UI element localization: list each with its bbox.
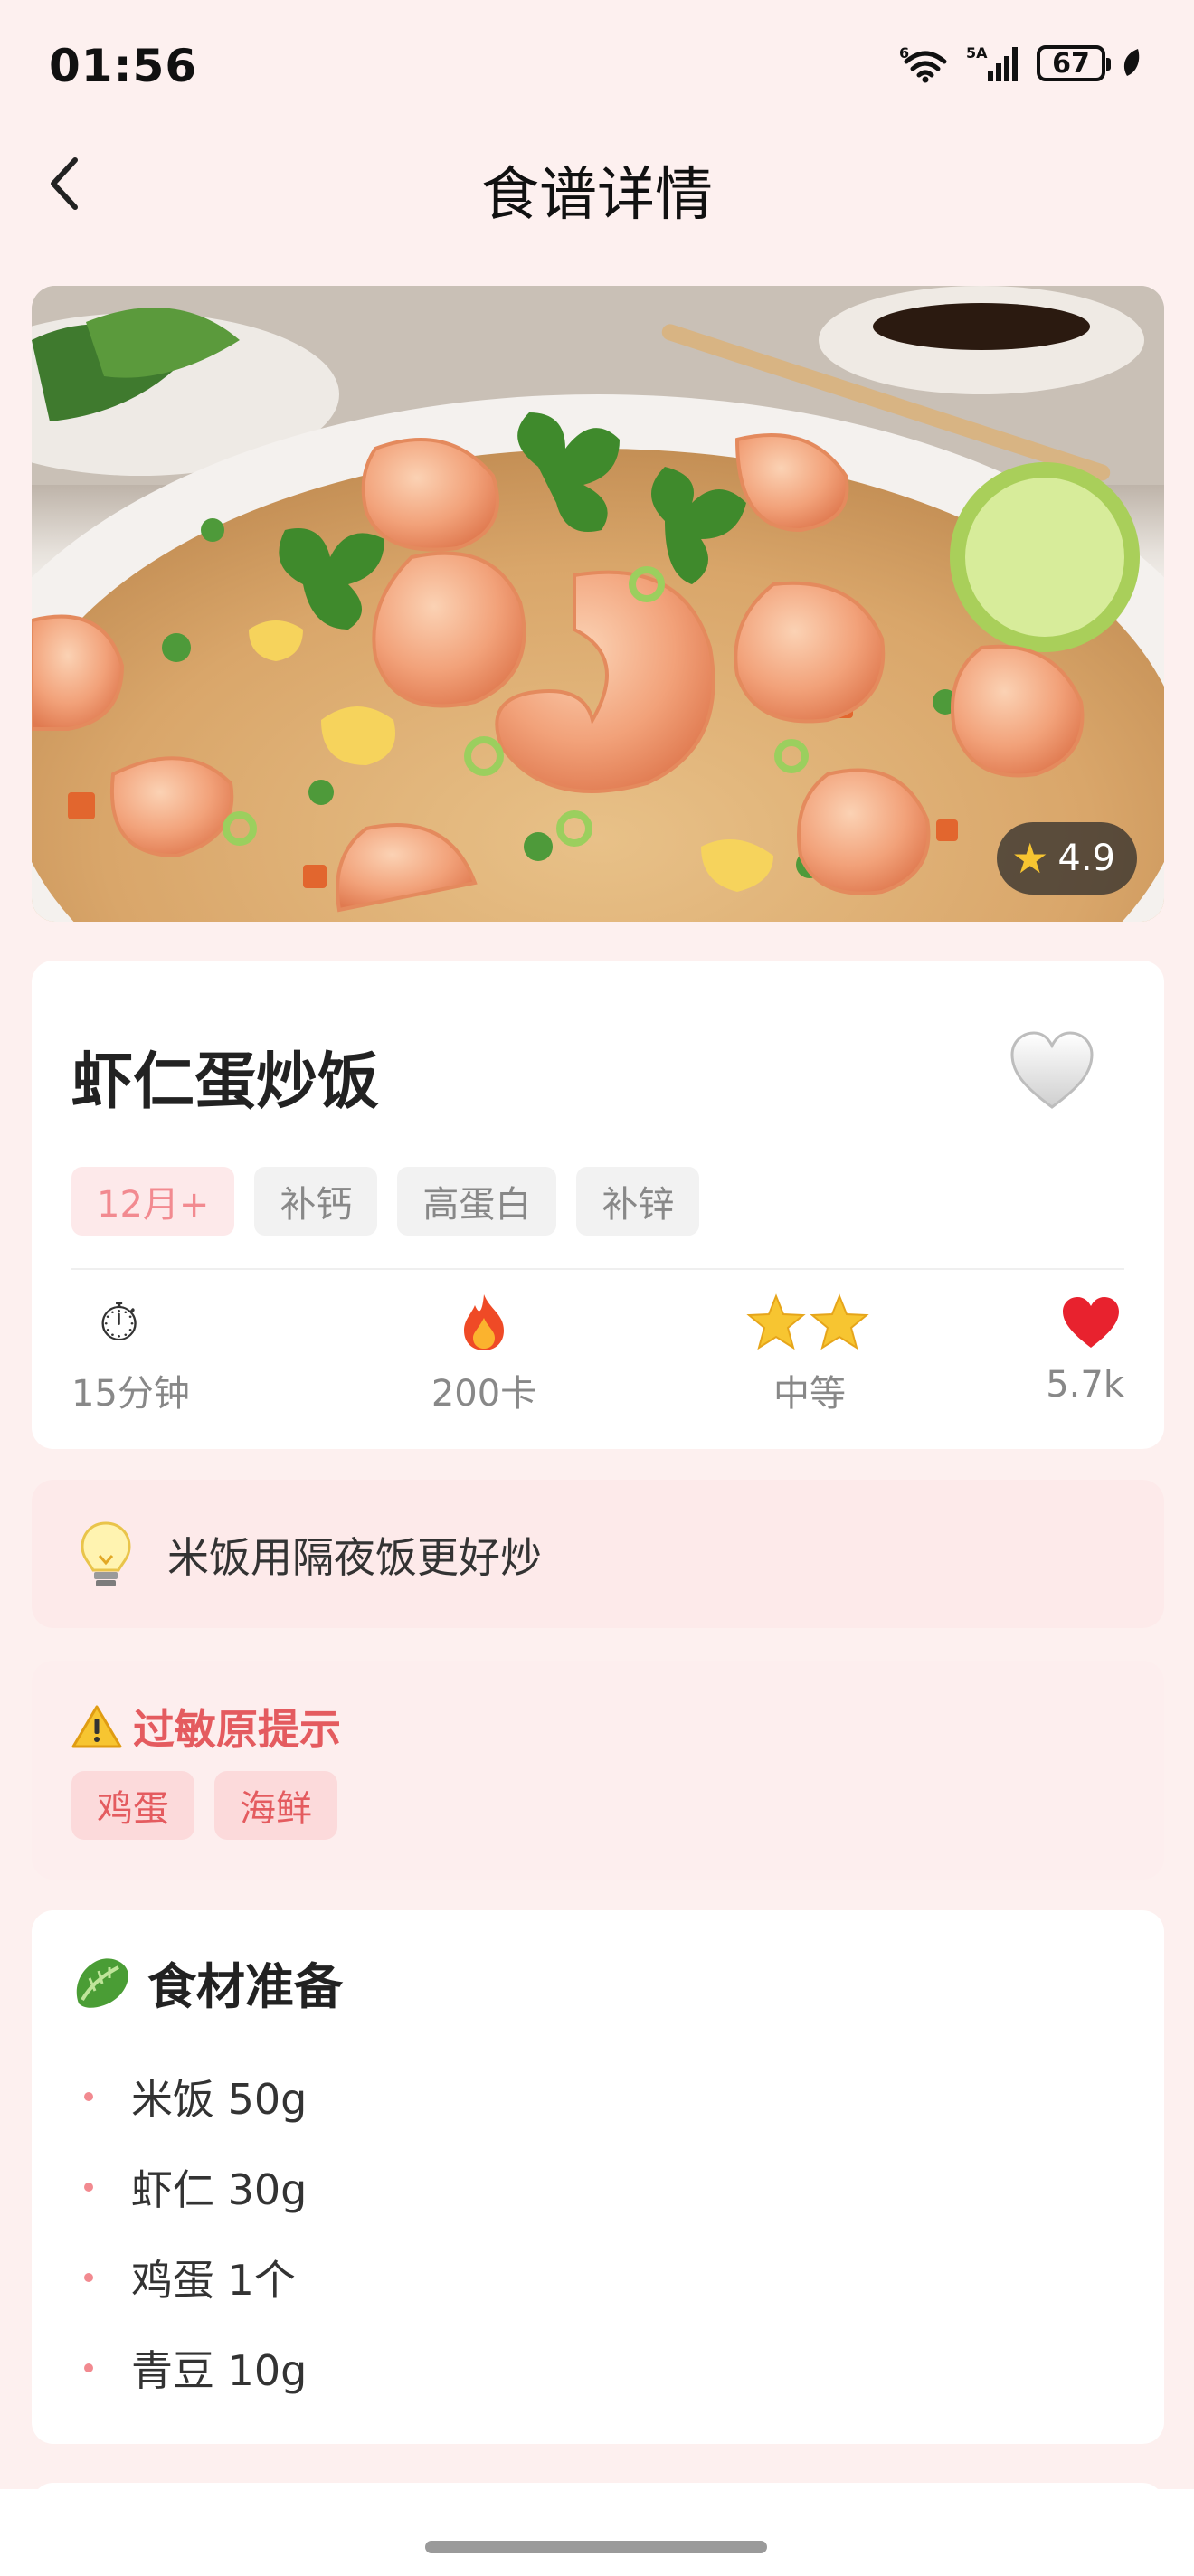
ingredients-title: 食材准备 (71, 1946, 343, 2018)
star-icon: ★ (1011, 834, 1049, 883)
ingredient-item: 米饭 50g (71, 2051, 307, 2142)
divider (71, 1268, 1124, 1270)
stat-likes: 5.7k (1007, 1286, 1124, 1406)
bullet-dot (84, 2183, 93, 2192)
rating-badge: ★ 4.9 (997, 822, 1137, 895)
allergen-tag-egg: 鸡蛋 (71, 1771, 194, 1840)
bullet-dot (84, 2092, 93, 2101)
header-bar: 食谱详情 (0, 136, 1194, 235)
status-time: 01:56 (49, 40, 198, 92)
recipe-info-card: 虾仁蛋炒饭 12月+ 补钙 高蛋白 补锌 ⏱ 15分钟 200卡 中等 5.7k (32, 961, 1164, 1449)
tag-age: 12月+ (71, 1167, 235, 1236)
ingredients-list: 米饭 50g 虾仁 30g 鸡蛋 1个 青豆 10g (71, 2051, 307, 2413)
stat-difficulty-label: 中等 (773, 1373, 846, 1415)
ingredients-title-text: 食材准备 (147, 1958, 343, 2015)
fire-icon (403, 1286, 565, 1359)
status-bar: 01:56 6 5A 67 (0, 0, 1194, 136)
stopwatch-icon: ⏱ (99, 1291, 140, 1353)
battery-indicator: 67 (1037, 45, 1111, 81)
allergen-tag-seafood: 海鲜 (214, 1771, 337, 1840)
stat-time: ⏱ 15分钟 (71, 1286, 234, 1416)
tag-zinc: 补锌 (576, 1167, 700, 1236)
recipe-tags: 12月+ 补钙 高蛋白 补锌 (71, 1167, 700, 1236)
stat-likes-label: 5.7k (1046, 1364, 1124, 1406)
tip-text: 米饭用隔夜饭更好炒 (167, 1533, 542, 1582)
lettuce-icon (76, 1957, 128, 2008)
cellular-signal-icon: 5A (966, 44, 1018, 81)
leaf-icon (1123, 49, 1140, 76)
warning-icon (71, 1705, 122, 1748)
recipe-hero-image: ★ 4.9 (32, 286, 1164, 922)
status-icons: 6 5A 67 (899, 43, 1143, 83)
bullet-dot (84, 2273, 93, 2282)
ingredient-item: 鸡蛋 1个 (71, 2232, 307, 2323)
heart-icon (1007, 1286, 1124, 1359)
ingredient-item: 青豆 10g (71, 2323, 307, 2413)
favorite-button[interactable] (1007, 1028, 1097, 1118)
heart-outline-icon (1010, 1031, 1094, 1109)
allergen-card: 过敏原提示 鸡蛋 海鲜 (32, 1661, 1164, 1880)
ingredient-text: 虾仁 30g (131, 2165, 308, 2214)
recipe-detail-page: 01:56 6 5A 67 食谱详情 ★ 4.9 虾仁蛋炒饭 12月+ 补钙 高… (0, 0, 1194, 2576)
tag-calcium: 补钙 (254, 1167, 378, 1236)
shrimp-fried-rice-illustration (32, 286, 1164, 922)
rating-value: 4.9 (1057, 838, 1115, 879)
page-title: 食谱详情 (481, 162, 713, 229)
recipe-stats: ⏱ 15分钟 200卡 中等 5.7k (32, 1286, 1164, 1431)
ingredient-item: 虾仁 30g (71, 2142, 307, 2232)
battery-level: 67 (1052, 47, 1090, 80)
recipe-name: 虾仁蛋炒饭 (71, 1046, 380, 1118)
wifi-icon: 6 (899, 44, 947, 83)
network-label: 5A (966, 44, 988, 62)
bottom-bar (0, 2489, 1194, 2576)
tag-protein: 高蛋白 (397, 1167, 557, 1236)
ingredient-text: 鸡蛋 1个 (131, 2256, 296, 2305)
ingredient-text: 米饭 50g (131, 2075, 308, 2124)
home-indicator[interactable] (425, 2541, 767, 2553)
stat-difficulty: 中等 (710, 1286, 909, 1416)
cooking-tip-card: 米饭用隔夜饭更好炒 (32, 1480, 1164, 1628)
allergen-title-text: 过敏原提示 (133, 1705, 341, 1754)
difficulty-stars-icon (710, 1286, 909, 1359)
stat-calories-label: 200卡 (431, 1373, 537, 1415)
bullet-dot (84, 2363, 93, 2372)
stat-calories: 200卡 (403, 1286, 565, 1416)
allergen-tags: 鸡蛋 海鲜 (71, 1771, 337, 1840)
ingredients-card: 食材准备 米饭 50g 虾仁 30g 鸡蛋 1个 青豆 10g (32, 1910, 1164, 2444)
ingredient-text: 青豆 10g (131, 2346, 308, 2395)
lightbulb-icon (79, 1520, 142, 1592)
allergen-title: 过敏原提示 (71, 1697, 341, 1757)
stat-time-label: 15分钟 (71, 1373, 190, 1415)
